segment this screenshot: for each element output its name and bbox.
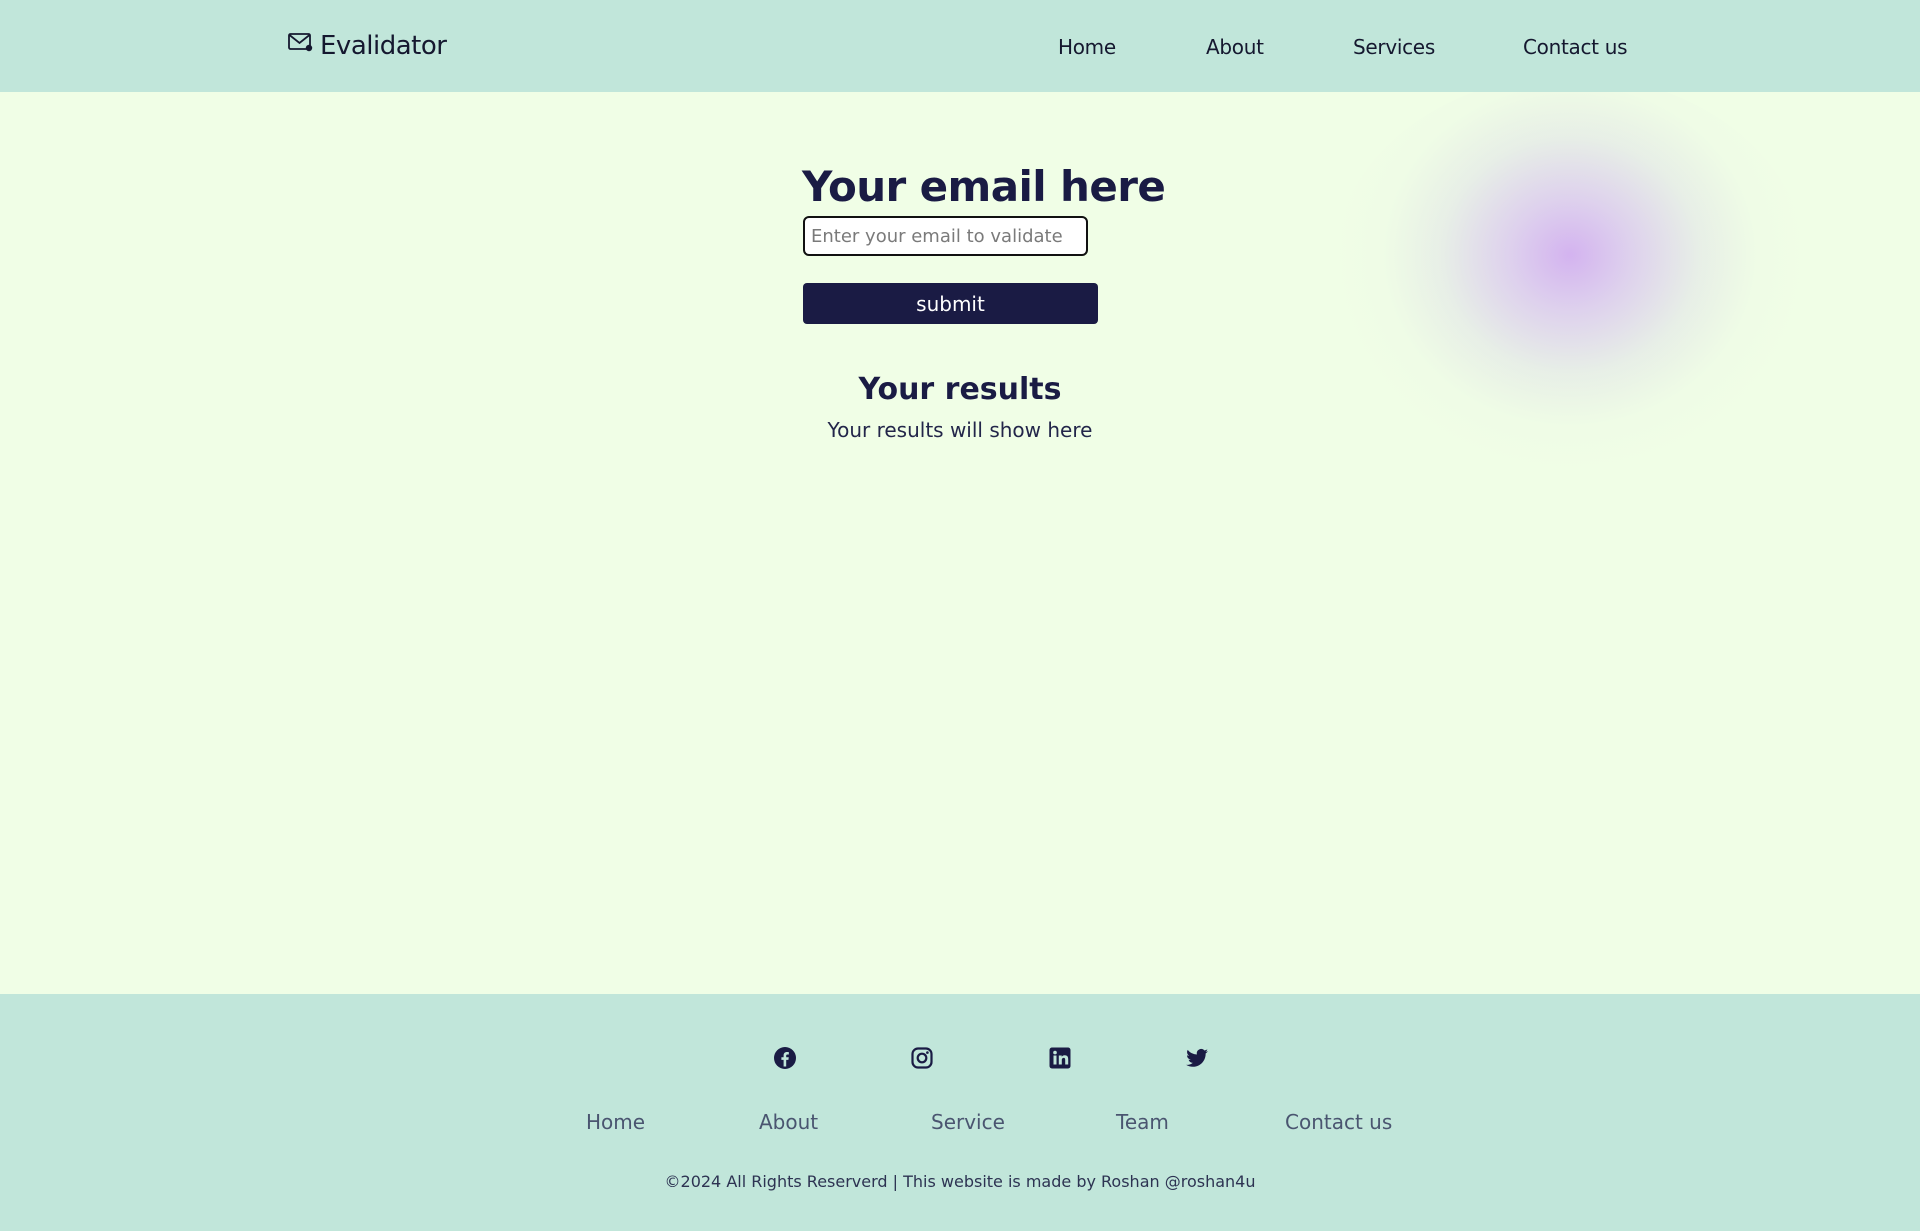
- nav-home[interactable]: Home: [1058, 35, 1116, 59]
- linkedin-icon[interactable]: [1048, 1046, 1072, 1070]
- page-title: Your email here: [802, 162, 1166, 211]
- footer-nav-about[interactable]: About: [759, 1110, 818, 1134]
- social-links: [0, 1046, 1920, 1072]
- decorative-gradient-blob: [1330, 75, 1810, 475]
- facebook-icon[interactable]: [773, 1046, 797, 1070]
- nav-contact[interactable]: Contact us: [1523, 35, 1628, 59]
- nav-about[interactable]: About: [1206, 35, 1264, 59]
- brand-logo[interactable]: Evalidator: [288, 30, 447, 62]
- twitter-icon[interactable]: [1185, 1046, 1209, 1070]
- site-footer: Home About Service Team Contact us ©2024…: [0, 994, 1920, 1231]
- email-input[interactable]: [803, 216, 1088, 256]
- footer-nav-team[interactable]: Team: [1116, 1110, 1169, 1134]
- site-header: Evalidator Home About Services Contact u…: [0, 0, 1920, 92]
- submit-button[interactable]: submit: [803, 283, 1098, 324]
- brand-name: Evalidator: [320, 31, 447, 61]
- envelope-icon: [288, 32, 314, 54]
- footer-nav-service[interactable]: Service: [931, 1110, 1005, 1134]
- footer-nav: Home About Service Team Contact us: [0, 1110, 1920, 1138]
- footer-nav-contact[interactable]: Contact us: [1285, 1110, 1392, 1134]
- nav-services[interactable]: Services: [1353, 35, 1435, 59]
- instagram-icon[interactable]: [910, 1046, 934, 1070]
- footer-nav-home[interactable]: Home: [586, 1110, 645, 1134]
- copyright-text: ©2024 All Rights Reserverd | This websit…: [664, 1172, 1256, 1191]
